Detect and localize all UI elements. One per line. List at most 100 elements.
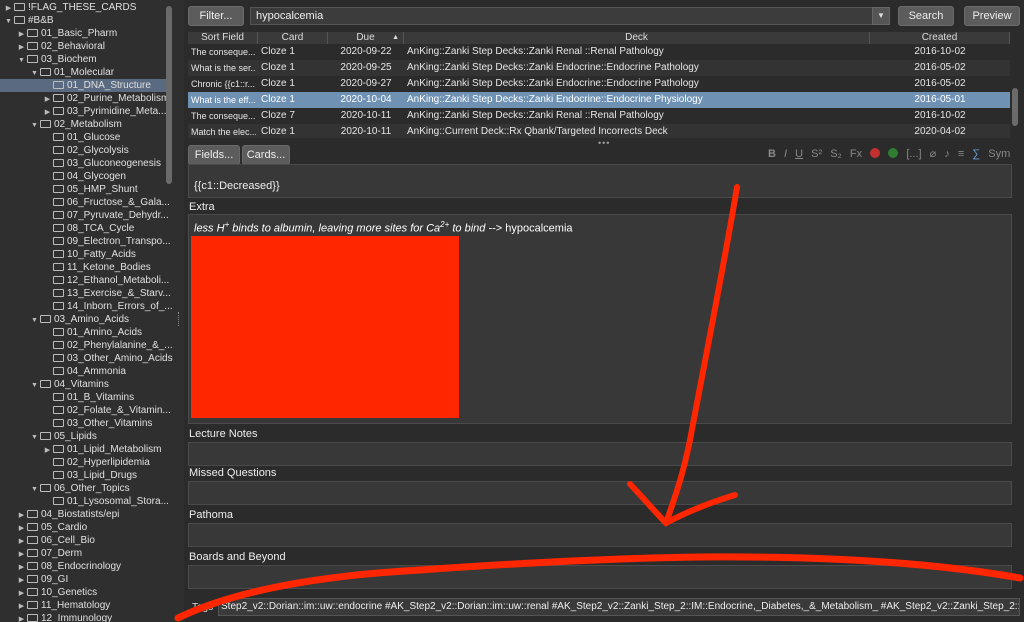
sidebar-item[interactable]: 14_Inborn_Errors_of_... [0,300,173,313]
text-color-icon[interactable] [870,148,881,158]
deck-icon [27,42,38,50]
bold-icon[interactable]: B [768,146,776,162]
sidebar-item[interactable]: 06_Fructose_&_Gala... [0,196,170,209]
sidebar-item[interactable]: ▶ 06_Cell_Bio [0,534,166,547]
search-input[interactable]: hypocalcemia [250,7,886,25]
sidebar-item[interactable]: ▼ 05_Lipids [0,430,166,443]
fields-button[interactable]: Fields... [188,145,240,165]
underline-icon[interactable]: U [795,146,803,162]
deck-icon [27,575,38,583]
sidebar-item[interactable]: 13_Exercise_&_Starv... [0,287,171,300]
collapsed-arrow-icon[interactable]: ▶ [17,613,26,622]
sidebar-item[interactable]: 10_Fatty_Acids [0,248,166,261]
cards-button[interactable]: Cards... [242,145,290,165]
table-row[interactable]: Chronic {{c1::r... Cloze 1 2020-09-27 AnKin… [188,76,1010,92]
table-row[interactable]: What is the ser... Cloze 1 2020-09-25 AnKin… [188,60,1010,76]
subscript-icon[interactable]: S₂ [830,146,842,162]
deck-icon [53,133,64,141]
filter-button[interactable]: Filter... [188,6,244,26]
sidebar-item[interactable]: 08_TCA_Cycle [0,222,166,235]
sidebar-item[interactable]: ▼ 04_Vitamins [0,378,166,391]
sidebar-item[interactable]: 01_Lysosomal_Stora... [0,495,169,508]
sidebar-item-label: 09_GI [41,574,69,585]
table-cell: 2020-10-11 [340,110,392,121]
mathjax-icon[interactable]: ∑ [972,146,980,162]
highlight-color-icon[interactable] [888,148,899,158]
splitter-handle[interactable]: ••• [598,138,610,148]
sidebar-item[interactable]: 04_Ammonia [0,365,166,378]
sidebar-item[interactable]: ▼ 03_Amino_Acids [0,313,166,326]
table-cell: Chronic {{c1::r... [191,79,256,89]
sidebar-item[interactable]: ▶ !FLAG_THESE_CARDS [0,1,166,14]
sidebar-item[interactable]: 03_Gluconeogenesis [0,157,166,170]
lecture-notes-field[interactable] [188,442,1012,466]
sidebar-item[interactable]: ▶ 02_Behavioral [0,40,166,53]
pathoma-field[interactable] [188,523,1012,547]
sidebar-item[interactable]: ▶ 12_Immunology [0,612,166,622]
sym-button[interactable]: Sym [988,146,1010,162]
tags-input[interactable]: Step2_v2::Dorian::im::uw::endocrine #AK_… [218,598,1020,616]
sidebar-item[interactable]: ▼ 03_Biochem [0,53,166,66]
table-row[interactable]: The conseque... Cloze 7 2020-10-11 AnKing::… [188,108,1010,124]
table-scrollbar[interactable] [1012,88,1018,126]
sidebar-item[interactable]: 01_Glucose [0,131,166,144]
sidebar-item[interactable]: ▼ #B&B [0,14,166,27]
clear-format-icon[interactable]: Fx [850,146,862,162]
missed-questions-field[interactable] [188,481,1012,505]
sidebar-item[interactable]: ▶ 02_Purine_Metabolism [0,92,169,105]
preview-button[interactable]: Preview [964,6,1020,26]
record-icon[interactable]: ♪ [944,146,950,162]
cloze-icon[interactable]: [...] [906,146,921,162]
superscript-icon[interactable]: S² [811,146,822,162]
table-row[interactable]: What is the eff... Cloze 1 2020-10-04 AnKin… [188,92,1010,108]
sidebar-item[interactable]: 05_HMP_Shunt [0,183,166,196]
column-header[interactable]: Due ▲ [328,32,404,44]
sidebar-item[interactable]: 03_Lipid_Drugs [0,469,166,482]
table-row[interactable]: The conseque... Cloze 1 2020-09-22 AnKing::… [188,44,1010,60]
column-header[interactable]: Sort Field [188,32,258,44]
sidebar-item[interactable]: 09_Electron_Transpo... [0,235,171,248]
sidebar-item[interactable]: 02_Hyperlipidemia [0,456,166,469]
sidebar-item[interactable]: 04_Glycogen [0,170,166,183]
sidebar-item[interactable]: ▶ 08_Endocrinology [0,560,166,573]
pathoma-label: Pathoma [189,509,234,521]
sidebar-item[interactable]: 12_Ethanol_Metaboli... [0,274,169,287]
front-field[interactable] [188,164,1012,198]
sidebar-item-label: 12_Immunology [41,613,113,622]
more-icon[interactable]: ≡ [958,146,964,162]
boards-beyond-field[interactable] [188,565,1012,589]
column-header[interactable]: Deck [404,32,870,44]
italic-icon[interactable]: I [784,146,787,162]
sidebar-item-label: 09_Electron_Transpo... [67,236,171,247]
sidebar-item[interactable]: ▼ 02_Metabolism [0,118,166,131]
column-header[interactable]: Created [870,32,1010,44]
sidebar-item[interactable]: ▶ 01_Lipid_Metabolism [0,443,166,456]
sidebar-item[interactable]: 02_Folate_&_Vitamin... [0,404,171,417]
sidebar-item[interactable]: ▶ 05_Cardio [0,521,166,534]
sidebar-item[interactable]: 02_Phenylalanine_&_... [0,339,173,352]
sidebar-item[interactable]: ▶ 04_Biostatists/epi [0,508,166,521]
sidebar-splitter-handle[interactable] [178,312,181,326]
search-button[interactable]: Search [898,6,954,26]
attach-icon[interactable]: ⌀ [930,146,937,162]
sidebar-item[interactable]: ▶ 10_Genetics [0,586,166,599]
sidebar-item[interactable]: 07_Pyruvate_Dehydr... [0,209,169,222]
search-dropdown-arrow[interactable]: ▼ [872,7,890,25]
sidebar-item[interactable]: ▼ 01_Molecular [0,66,166,79]
table-row[interactable]: Match the elec... Cloze 1 2020-10-11 AnKing… [188,124,1010,138]
sidebar-scrollbar[interactable] [166,6,172,184]
sidebar-item[interactable]: 02_Glycolysis [0,144,166,157]
sidebar-item[interactable]: ▼ 06_Other_Topics [0,482,166,495]
sidebar-item[interactable]: 11_Ketone_Bodies [0,261,166,274]
sidebar-item[interactable]: ▶ 07_Derm [0,547,166,560]
sidebar-item[interactable]: ▶ 11_Hematology [0,599,166,612]
sidebar-item[interactable]: ▶ 01_Basic_Pharm [0,27,166,40]
sidebar-item[interactable]: ▶ 03_Pyrimidine_Meta... [0,105,167,118]
sidebar-item[interactable]: 01_B_Vitamins [0,391,166,404]
column-header[interactable]: Card [258,32,328,44]
sidebar-item[interactable]: 03_Other_Vitamins [0,417,166,430]
sidebar-item[interactable]: ▶ 09_GI [0,573,166,586]
sidebar-item[interactable]: 01_DNA_Structure [0,79,166,92]
sidebar-item[interactable]: 01_Amino_Acids [0,326,166,339]
sidebar-item[interactable]: 03_Other_Amino_Acids [0,352,173,365]
